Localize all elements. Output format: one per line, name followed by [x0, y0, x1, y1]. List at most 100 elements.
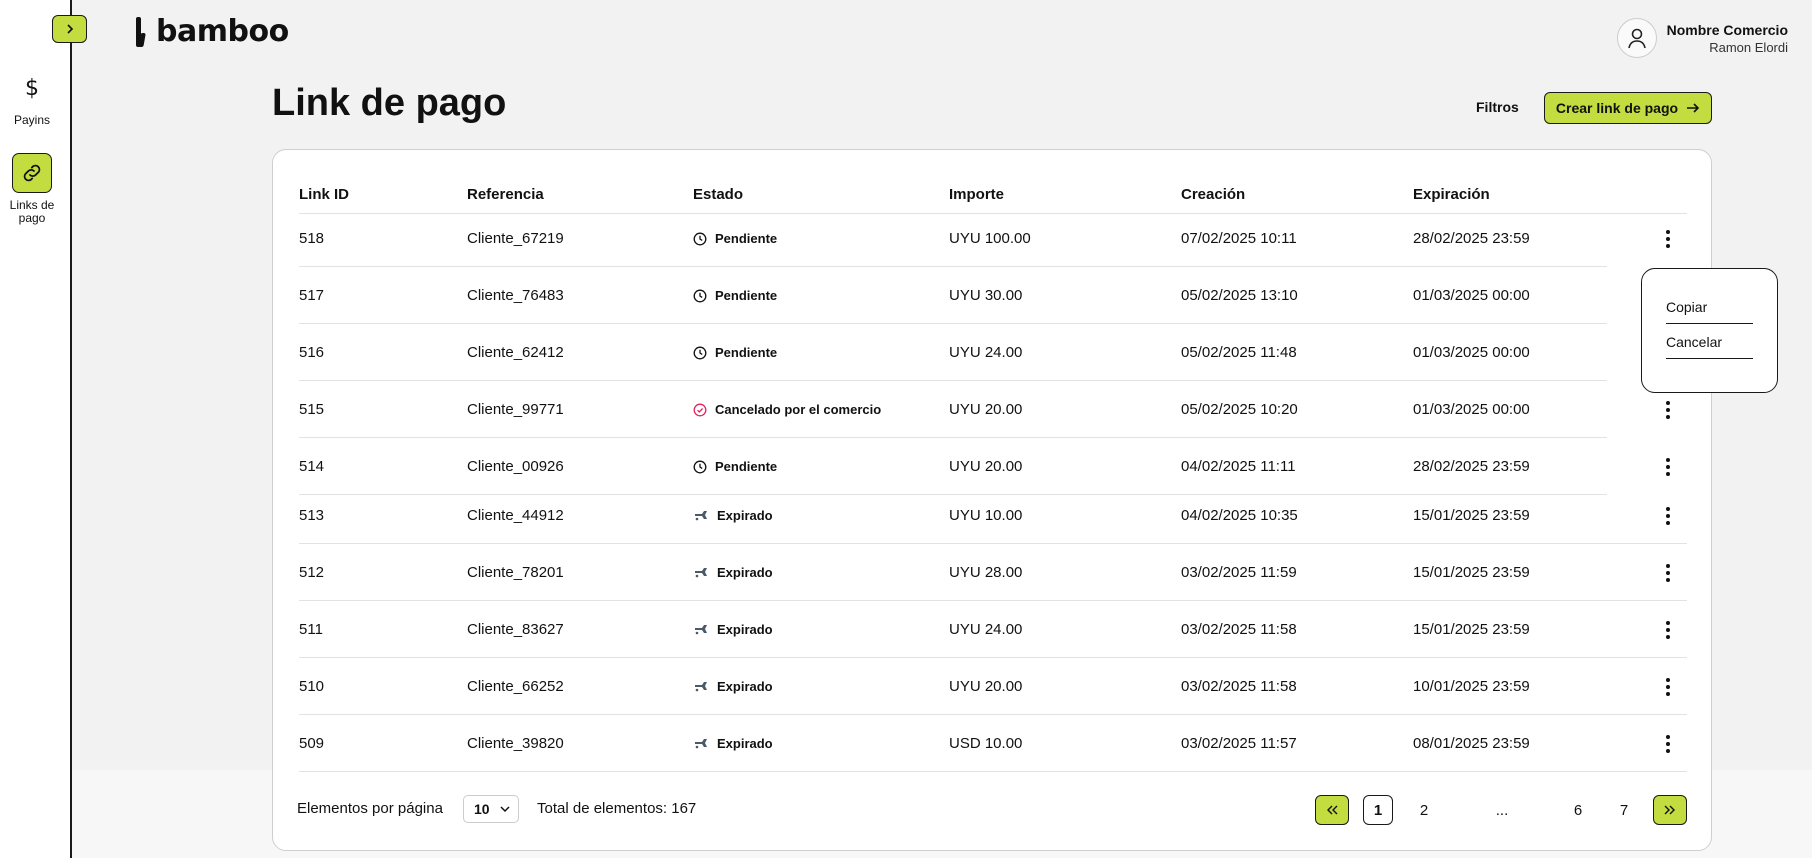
amount: UYU 20.00 [949, 678, 1023, 695]
expired-icon [693, 737, 709, 751]
link-id: 515 [299, 401, 325, 418]
reference: Cliente_83627 [467, 621, 564, 638]
amount: UYU 30.00 [949, 287, 1023, 304]
divider [299, 771, 1687, 772]
column-header[interactable]: Link ID [299, 174, 449, 214]
row-actions-button[interactable] [1653, 658, 1683, 715]
chevron-right-icon [66, 24, 73, 34]
status-label: Expirado [717, 736, 773, 751]
status: Expirado [693, 715, 933, 772]
column-header[interactable]: Creación [1181, 174, 1391, 214]
amount: UYU 28.00 [949, 564, 1023, 581]
expired-icon [693, 566, 709, 580]
amount: UYU 20.00 [949, 401, 1023, 418]
link-id: 517 [299, 287, 325, 304]
reference: Cliente_67219 [467, 230, 564, 247]
expiration-date: 15/01/2025 23:59 [1413, 564, 1530, 581]
sidebar-item-label: Payins [13, 113, 51, 127]
status-label: Cancelado por el comercio [715, 402, 882, 417]
brand-name: bamboo [156, 14, 289, 49]
status: Pendiente [693, 210, 933, 267]
status-label: Pendiente [715, 459, 778, 474]
more-vertical-icon [1665, 400, 1671, 420]
page-button-7[interactable]: 7 [1609, 795, 1639, 825]
row-actions-button[interactable] [1653, 210, 1683, 267]
status-label: Pendiente [715, 345, 778, 360]
row-actions-button[interactable] [1653, 544, 1683, 601]
row-actions-menu: Copiar Cancelar [1641, 268, 1778, 393]
reference: Cliente_78201 [467, 564, 564, 581]
created-date: 04/02/2025 10:35 [1181, 507, 1298, 524]
sidebar-expand-button[interactable] [52, 15, 87, 43]
created-date: 03/02/2025 11:59 [1181, 564, 1297, 581]
table-row: 509 Cliente_39820 Expirado USD 10.00 03/02/2… [299, 715, 1687, 772]
column-header[interactable]: Estado [693, 174, 933, 214]
menu-item-copy[interactable]: Copiar [1666, 299, 1753, 324]
page-button-1[interactable]: 1 [1363, 795, 1393, 825]
reference: Cliente_66252 [467, 678, 564, 695]
table-row: 518 Cliente_67219 Pendiente UYU 100.00 07/02… [299, 210, 1687, 267]
expiration-date: 01/03/2025 00:00 [1413, 287, 1530, 304]
status: Expirado [693, 601, 933, 658]
expiration-date: 01/03/2025 00:00 [1413, 344, 1530, 361]
clock-icon [693, 289, 707, 303]
more-vertical-icon [1665, 563, 1671, 583]
sidebar: $ Payins Links de pago [0, 0, 72, 858]
status: Expirado [693, 544, 933, 601]
more-vertical-icon [1665, 229, 1671, 249]
status-label: Expirado [717, 679, 773, 694]
clock-icon [693, 346, 707, 360]
clock-icon [693, 232, 707, 246]
user-menu[interactable]: Nombre Comercio Ramon Elordi [1616, 18, 1788, 58]
sidebar-item-links-de-pago[interactable]: Links de pago [0, 153, 64, 225]
menu-item-cancel[interactable]: Cancelar [1666, 334, 1753, 359]
sidebar-item-payins[interactable]: $ Payins [0, 68, 64, 127]
status-label: Expirado [717, 508, 773, 523]
chevron-down-icon [500, 805, 510, 812]
expiration-date: 28/02/2025 23:59 [1413, 230, 1530, 247]
first-page-button[interactable] [1315, 795, 1349, 825]
row-actions-button[interactable] [1653, 487, 1683, 544]
column-header[interactable]: Expiración [1413, 174, 1603, 214]
table-row: 516 Cliente_62412 Pendiente UYU 24.00 05/02/… [299, 324, 1687, 381]
create-payment-link-button[interactable]: Crear link de pago [1544, 92, 1712, 124]
column-header[interactable]: Referencia [467, 174, 677, 214]
sidebar-item-label: Links de pago [9, 198, 55, 225]
filters-button[interactable]: Filtros [1476, 99, 1519, 115]
more-vertical-icon [1665, 620, 1671, 640]
bamboo-logo[interactable]: bamboo [134, 14, 289, 49]
link-id: 518 [299, 230, 325, 247]
amount: UYU 100.00 [949, 230, 1031, 247]
more-vertical-icon [1665, 677, 1671, 697]
table-row: 515 Cliente_99771 Cancelado por el comerci… [299, 381, 1687, 438]
reference: Cliente_76483 [467, 287, 564, 304]
more-vertical-icon [1665, 457, 1671, 477]
create-button-label: Crear link de pago [1555, 100, 1679, 116]
amount: UYU 10.00 [949, 507, 1023, 524]
page-button-2[interactable]: 2 [1409, 795, 1439, 825]
page-button-6[interactable]: 6 [1563, 795, 1593, 825]
per-page-select[interactable]: 10 [463, 795, 519, 823]
row-actions-button[interactable] [1653, 715, 1683, 772]
bamboo-logo-icon [136, 16, 146, 47]
arrow-right-icon [1687, 103, 1700, 113]
status: Pendiente [693, 324, 933, 381]
clock-icon [693, 460, 707, 474]
column-header[interactable]: Importe [949, 174, 1159, 214]
expiration-date: 15/01/2025 23:59 [1413, 621, 1530, 638]
link-id: 512 [299, 564, 325, 581]
amount: UYU 24.00 [949, 344, 1023, 361]
status-label: Expirado [717, 565, 773, 580]
row-actions-button[interactable] [1653, 601, 1683, 658]
expiration-date: 01/03/2025 00:00 [1413, 401, 1530, 418]
svg-text:$: $ [25, 76, 39, 101]
check-circle-icon [693, 403, 707, 417]
more-vertical-icon [1665, 506, 1671, 526]
double-chevron-left-icon [1327, 805, 1338, 815]
created-date: 07/02/2025 10:11 [1181, 230, 1297, 247]
merchant-name: Nombre Comercio [1666, 21, 1788, 38]
table-header: Link ID Referencia Estado Importe Creaci… [299, 174, 1687, 214]
total-elements: Total de elementos: 167 [537, 800, 697, 817]
last-page-button[interactable] [1653, 795, 1687, 825]
link-icon [12, 153, 52, 193]
